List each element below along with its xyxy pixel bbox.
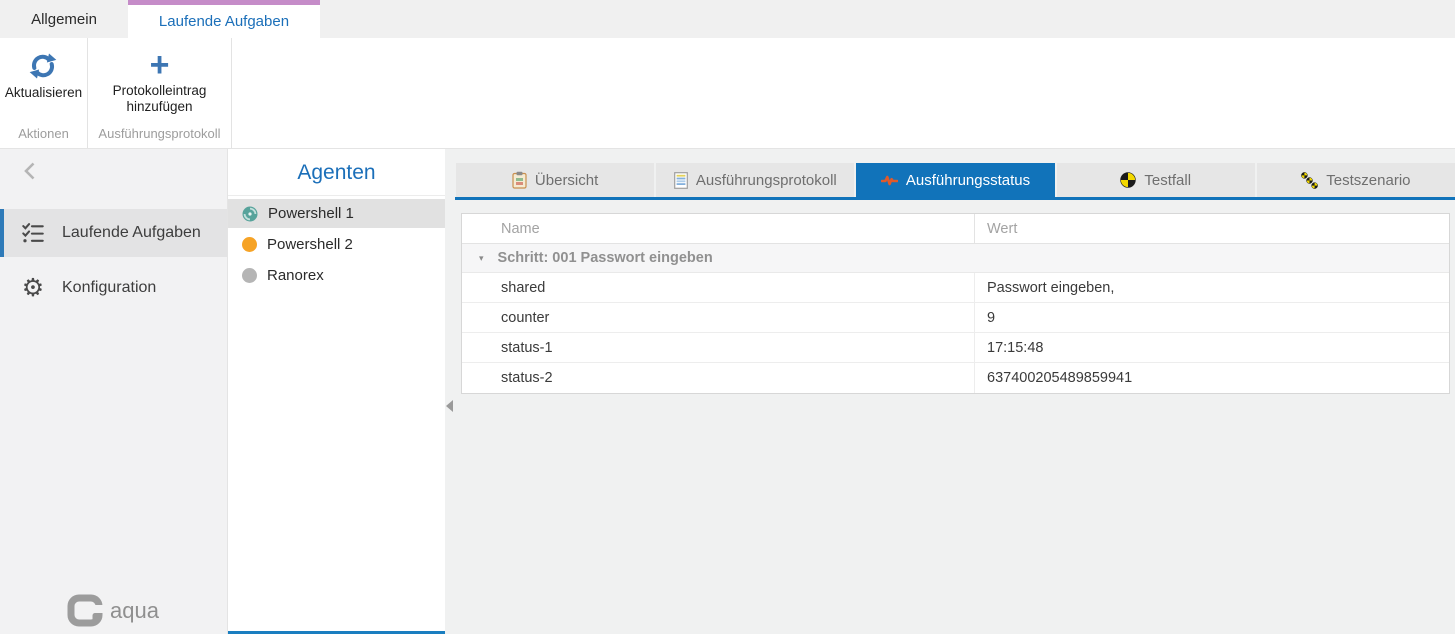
ribbon-group-ausfuehrungsprotokoll: + Protokolleintrag hinzufügen Ausführung… xyxy=(88,38,232,148)
agent-label: Ranorex xyxy=(267,267,324,284)
aqua-logo-text: aqua xyxy=(110,598,159,624)
sidebar-item-label: Konfiguration xyxy=(62,279,156,297)
tab-label: Ausführungsprotokoll xyxy=(696,172,837,189)
ribbon-group-label-aktionen: Aktionen xyxy=(0,126,87,148)
collapse-icon: ▾ xyxy=(479,253,484,264)
table-row[interactable]: status-2 637400205489859941 xyxy=(462,363,1449,393)
table-group-row[interactable]: ▾ Schritt: 001 Passwort eingeben xyxy=(462,244,1449,273)
application-window: Allgemein Laufende Aufgaben xyxy=(0,0,1455,634)
tab-ausfuehrungsstatus[interactable]: Ausführungsstatus xyxy=(856,163,1054,197)
clipboard-icon xyxy=(512,171,527,189)
agents-panel-title: Agenten xyxy=(228,149,445,196)
plus-icon: + xyxy=(150,50,170,80)
agent-item-ranorex[interactable]: Ranorex xyxy=(228,261,445,290)
aqua-logo-icon xyxy=(66,594,104,628)
content-area: Laufende Aufgaben ⚙ Konfiguration aqua xyxy=(0,149,1455,634)
tab-label: Übersicht xyxy=(535,172,598,189)
agent-running-status-icon xyxy=(242,206,258,222)
tab-label: Testszenario xyxy=(1326,172,1410,189)
status-table: Name Wert ▾ Schritt: 001 Passwort eingeb… xyxy=(461,213,1450,394)
log-list-icon xyxy=(674,172,688,189)
chevron-left-icon xyxy=(20,160,40,182)
table-header-row: Name Wert xyxy=(462,214,1449,244)
cell-value: 9 xyxy=(974,303,1449,332)
ribbon-group-label-ausfuehrungsprotokoll: Ausführungsprotokoll xyxy=(88,126,231,148)
sidebar-item-laufende-aufgaben[interactable]: Laufende Aufgaben xyxy=(0,209,227,257)
cell-value: Passwort eingeben, xyxy=(974,273,1449,302)
cell-value: 17:15:48 xyxy=(974,333,1449,362)
agent-label: Powershell 2 xyxy=(267,236,353,253)
agent-busy-status-icon xyxy=(242,237,257,252)
tab-ausfuehrungsprotokoll[interactable]: Ausführungsprotokoll xyxy=(656,163,854,197)
ribbon: Aktualisieren Aktionen + Protokolleintra… xyxy=(0,38,1455,149)
agent-item-powershell-2[interactable]: Powershell 2 xyxy=(228,230,445,259)
aqua-logo: aqua xyxy=(66,594,159,628)
gear-icon: ⚙ xyxy=(20,275,46,301)
cell-name: status-1 xyxy=(462,340,974,356)
pulse-icon xyxy=(881,173,898,187)
sidebar-item-konfiguration[interactable]: ⚙ Konfiguration xyxy=(0,264,227,312)
sidebar-item-label: Laufende Aufgaben xyxy=(62,224,201,242)
refresh-button[interactable]: Aktualisieren xyxy=(1,46,86,105)
tab-uebersicht[interactable]: Übersicht xyxy=(456,163,654,197)
cell-name: counter xyxy=(462,310,974,326)
sidebar-nav: Laufende Aufgaben ⚙ Konfiguration xyxy=(0,209,227,312)
agent-item-powershell-1[interactable]: Powershell 1 xyxy=(228,199,445,228)
agent-label: Powershell 1 xyxy=(268,205,354,222)
ribbon-tab-laufende-aufgaben[interactable]: Laufende Aufgaben xyxy=(128,0,320,38)
table-row[interactable]: counter 9 xyxy=(462,303,1449,333)
ribbon-group-aktionen: Aktualisieren Aktionen xyxy=(0,38,88,148)
tab-testfall[interactable]: Testfall xyxy=(1057,163,1255,197)
tab-label: Testfall xyxy=(1144,172,1191,189)
table-row[interactable]: status-1 17:15:48 xyxy=(462,333,1449,363)
group-row-label: Schritt: 001 Passwort eingeben xyxy=(498,250,713,266)
refresh-button-label: Aktualisieren xyxy=(5,85,82,101)
cell-name: status-2 xyxy=(462,370,974,386)
sidebar: Laufende Aufgaben ⚙ Konfiguration aqua xyxy=(0,149,228,634)
add-log-entry-button-label: Protokolleintrag hinzufügen xyxy=(94,83,226,115)
ribbon-tab-allgemein[interactable]: Allgemein xyxy=(0,0,128,38)
column-header-wert: Wert xyxy=(974,214,1449,243)
add-log-entry-button[interactable]: + Protokolleintrag hinzufügen xyxy=(90,46,230,119)
tab-bar-underline xyxy=(455,197,1455,200)
cell-name: shared xyxy=(462,280,974,296)
agent-offline-status-icon xyxy=(242,268,257,283)
testscenario-icon xyxy=(1301,172,1318,189)
column-header-name: Name xyxy=(462,221,974,237)
tab-testszenario[interactable]: Testszenario xyxy=(1257,163,1455,197)
ribbon-tab-strip: Allgemein Laufende Aufgaben xyxy=(0,0,1455,38)
sidebar-collapse-button[interactable] xyxy=(0,149,227,193)
task-list-icon xyxy=(20,220,46,246)
agents-panel: Agenten Powershell 1 Powershell 2 xyxy=(228,149,445,634)
refresh-icon xyxy=(27,50,59,82)
cell-value: 637400205489859941 xyxy=(974,363,1449,393)
testcase-icon xyxy=(1120,172,1136,188)
detail-tab-bar: Übersicht Ausführungsprotokoll xyxy=(456,163,1455,197)
table-row[interactable]: shared Passwort eingeben, xyxy=(462,273,1449,303)
panel-collapse-arrow[interactable] xyxy=(446,400,453,412)
main-pane: Übersicht Ausführungsprotokoll xyxy=(455,149,1455,634)
tab-label: Ausführungsstatus xyxy=(906,172,1030,189)
